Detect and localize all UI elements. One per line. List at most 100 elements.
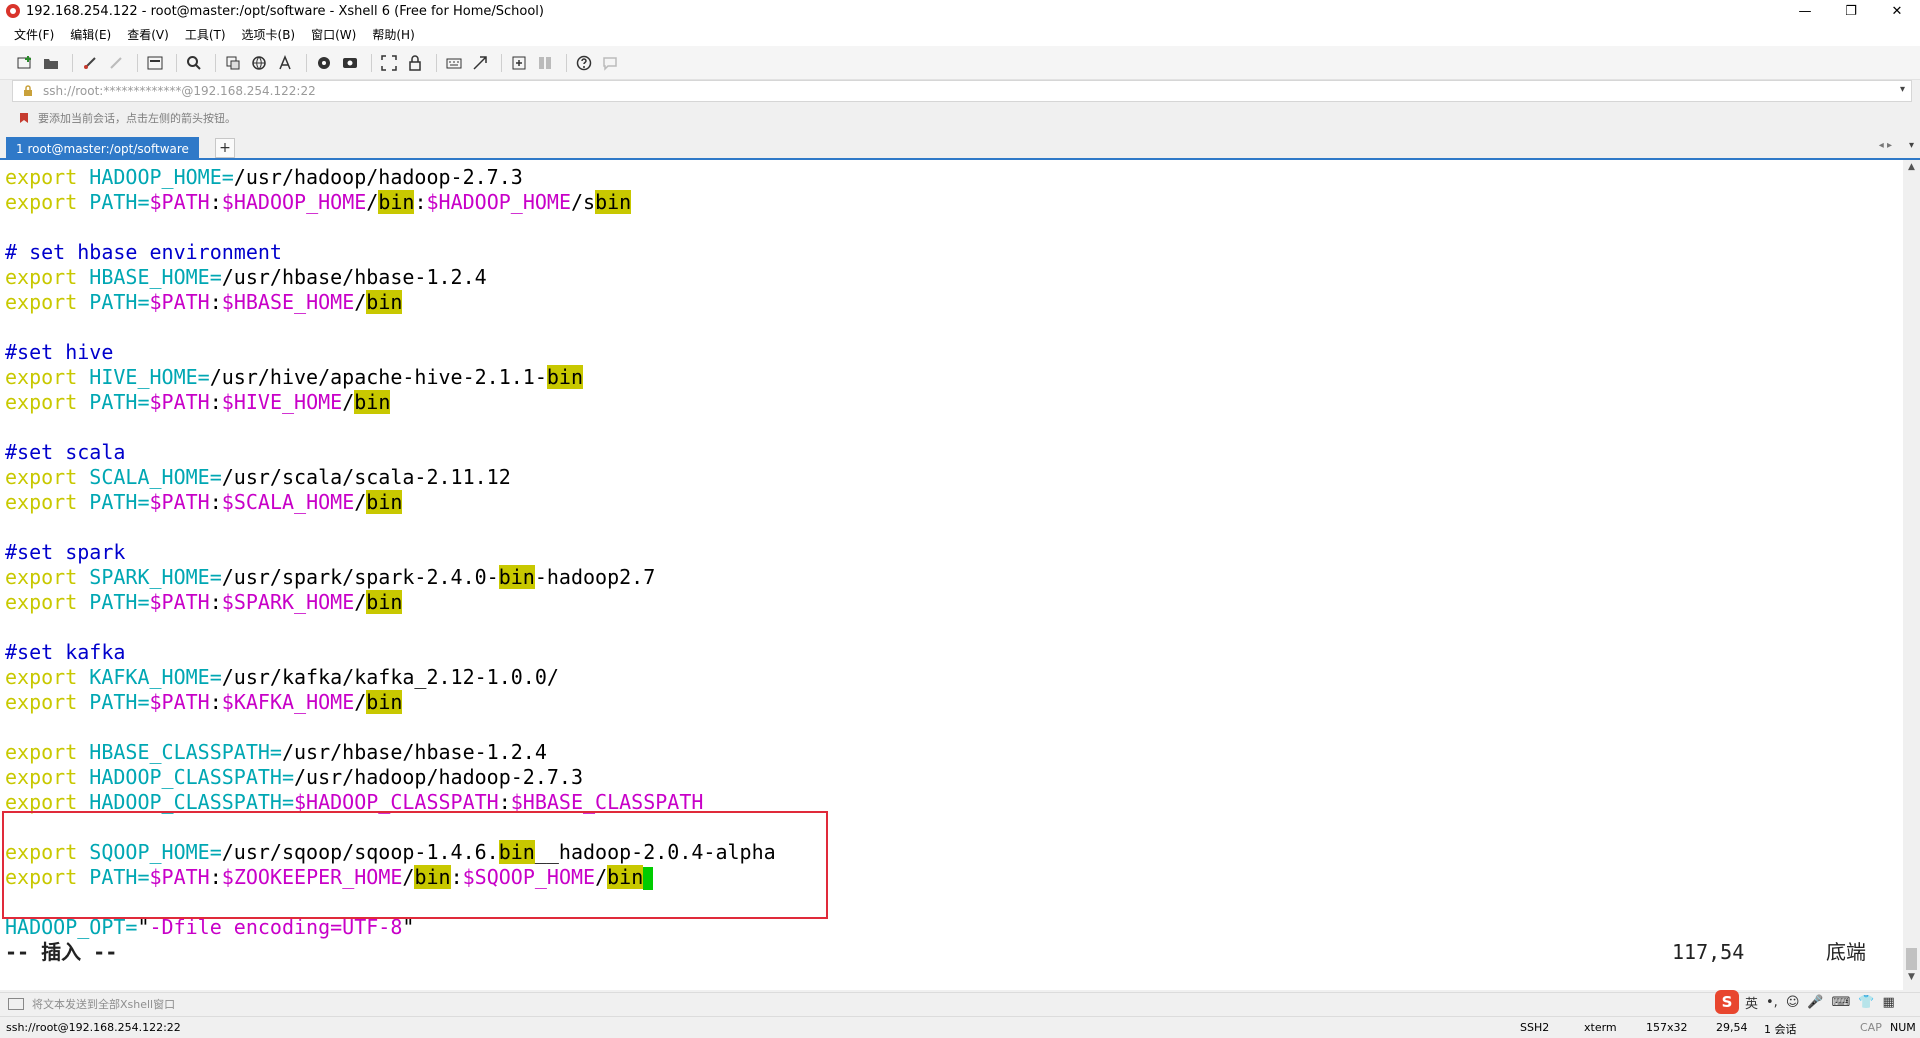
compose-icon (8, 997, 24, 1010)
xftp-icon[interactable] (313, 52, 335, 74)
toolbar-separator (72, 53, 73, 72)
menu-tools[interactable]: 工具(T) (185, 26, 226, 43)
chat-icon[interactable] (599, 52, 621, 74)
hint-text: 要添加当前会话，点击左侧的箭头按钮。 (38, 112, 236, 125)
separator: : (209, 690, 222, 714)
keyboard-icon[interactable] (443, 52, 465, 74)
status-num-lock: NUM (1890, 1021, 1916, 1034)
menu-edit[interactable]: 编辑(E) (70, 26, 111, 43)
add-tab-button[interactable]: + (215, 138, 235, 158)
find-icon[interactable] (183, 52, 205, 74)
search-highlight: bin (366, 290, 403, 314)
slash: / (354, 290, 367, 314)
variable: PATH= (89, 590, 150, 614)
ime-grid-icon[interactable]: ▦ (1883, 995, 1895, 1010)
value: /usr/hadoop/hadoop-2.7.3 (294, 765, 583, 789)
close-button[interactable]: ✕ (1874, 0, 1920, 22)
slash: / (354, 490, 367, 514)
address-dropdown-icon[interactable]: ▾ (1900, 84, 1905, 95)
terminal-line: export PATH=$PATH:$SPARK_HOME/bin (5, 590, 403, 615)
globe-icon[interactable] (248, 52, 270, 74)
path-var: $PATH (149, 690, 210, 714)
tab-scroll-arrows-icon[interactable]: ◂ ▸ (1879, 140, 1892, 151)
terminal-line: export HADOOP_CLASSPATH=/usr/hadoop/hado… (5, 765, 583, 790)
variable: SCALA_HOME= (89, 465, 222, 489)
lock-icon[interactable] (404, 52, 426, 74)
font-icon[interactable] (274, 52, 296, 74)
path-var: $KAFKA_HOME (221, 690, 355, 714)
ime-punctuation-icon[interactable]: •, (1766, 995, 1778, 1010)
terminal-line: export KAFKA_HOME=/usr/kafka/kafka_2.12-… (5, 665, 559, 690)
keyword: export (5, 665, 78, 689)
toolbar-separator (176, 53, 177, 72)
slash: /s (571, 190, 596, 214)
ime-keyboard-icon[interactable]: ⌨ (1832, 995, 1851, 1010)
search-highlight: bin (366, 590, 403, 614)
reconnect-icon[interactable] (79, 52, 101, 74)
path-var: $PATH (149, 390, 210, 414)
separator: : (209, 190, 222, 214)
keyword: export (5, 590, 78, 614)
sogou-ime-icon[interactable]: S (1715, 990, 1739, 1014)
search-highlight: bin (498, 565, 535, 589)
vim-mode-indicator: -- 插入 -- (5, 940, 118, 964)
path-var: $SCALA_HOME (221, 490, 355, 514)
keyword: export (5, 190, 78, 214)
open-folder-icon[interactable] (40, 52, 62, 74)
menu-window[interactable]: 窗口(W) (311, 26, 356, 43)
toolbar (0, 46, 1920, 80)
toolbar-separator (371, 53, 372, 72)
status-cursor-position: 29,54 (1716, 1021, 1748, 1034)
terminal-line: export PATH=$PATH:$HIVE_HOME/bin (5, 390, 391, 415)
ime-emoji-icon[interactable]: ☺ (1786, 995, 1800, 1010)
menu-view[interactable]: 查看(V) (127, 26, 169, 43)
send-icon[interactable] (469, 52, 491, 74)
separator: : (209, 290, 222, 314)
new-tab-icon[interactable] (508, 52, 530, 74)
tab-menu-icon[interactable]: ▾ (1909, 140, 1914, 151)
keyword: export (5, 565, 78, 589)
xmanager-icon[interactable] (339, 52, 361, 74)
terminal-line: export HBASE_CLASSPATH=/usr/hbase/hbase-… (5, 740, 547, 765)
fullscreen-icon[interactable] (378, 52, 400, 74)
terminal-area[interactable]: export HADOOP_HOME=/usr/hadoop/hadoop-2.… (0, 160, 1903, 990)
address-bar[interactable]: ssh://root:*************@192.168.254.122… (12, 80, 1912, 102)
menu-tab[interactable]: 选项卡(B) (242, 26, 296, 43)
status-connection: ssh://root@192.168.254.122:22 (6, 1021, 181, 1034)
ime-language[interactable]: 英 (1745, 993, 1758, 1012)
path-var: $PATH (149, 290, 210, 314)
ime-microphone-icon[interactable]: 🎤 (1807, 995, 1823, 1010)
properties-icon[interactable] (144, 52, 166, 74)
toolbar-separator (215, 53, 216, 72)
value: /usr/hbase/hbase-1.2.4 (221, 265, 487, 289)
terminal-scrollbar[interactable]: ▲ ▼ (1903, 160, 1920, 990)
ime-tools-icon[interactable]: 👕 (1858, 995, 1874, 1010)
search-highlight: bin (378, 190, 415, 214)
disconnect-icon[interactable] (105, 52, 127, 74)
window-title: 192.168.254.122 - root@master:/opt/softw… (26, 3, 544, 19)
status-terminal-type: xterm (1584, 1021, 1617, 1034)
keyword: export (5, 465, 78, 489)
restore-button[interactable]: ❐ (1828, 0, 1874, 22)
path-var: $SPARK_HOME (221, 590, 355, 614)
variable: PATH= (89, 690, 150, 714)
help-icon[interactable] (573, 52, 595, 74)
scrollbar-thumb[interactable] (1906, 948, 1917, 970)
bookmark-arrow-icon[interactable] (18, 112, 30, 124)
transfer-icon[interactable] (222, 52, 244, 74)
layout-icon[interactable] (534, 52, 556, 74)
separator: : (209, 490, 222, 514)
compose-bar[interactable]: 将文本发送到全部Xshell窗口 (0, 992, 1920, 1014)
toolbar-separator (137, 53, 138, 72)
menu-file[interactable]: 文件(F) (14, 26, 54, 43)
minimize-button[interactable]: — (1782, 0, 1828, 22)
toolbar-separator (566, 53, 567, 72)
menu-help[interactable]: 帮助(H) (372, 26, 414, 43)
new-session-icon[interactable] (14, 52, 36, 74)
tab-root-master[interactable]: 1 root@master:/opt/software (6, 137, 199, 160)
scroll-up-icon[interactable]: ▲ (1903, 162, 1920, 178)
vim-cursor-position: 117,54 (1672, 940, 1745, 964)
menu-bar: 文件(F) 编辑(E) 查看(V) 工具(T) 选项卡(B) 窗口(W) 帮助(… (0, 22, 1920, 46)
scroll-down-icon[interactable]: ▼ (1903, 972, 1920, 988)
terminal-line: export PATH=$PATH:$HADOOP_HOME/bin:$HADO… (5, 190, 632, 215)
